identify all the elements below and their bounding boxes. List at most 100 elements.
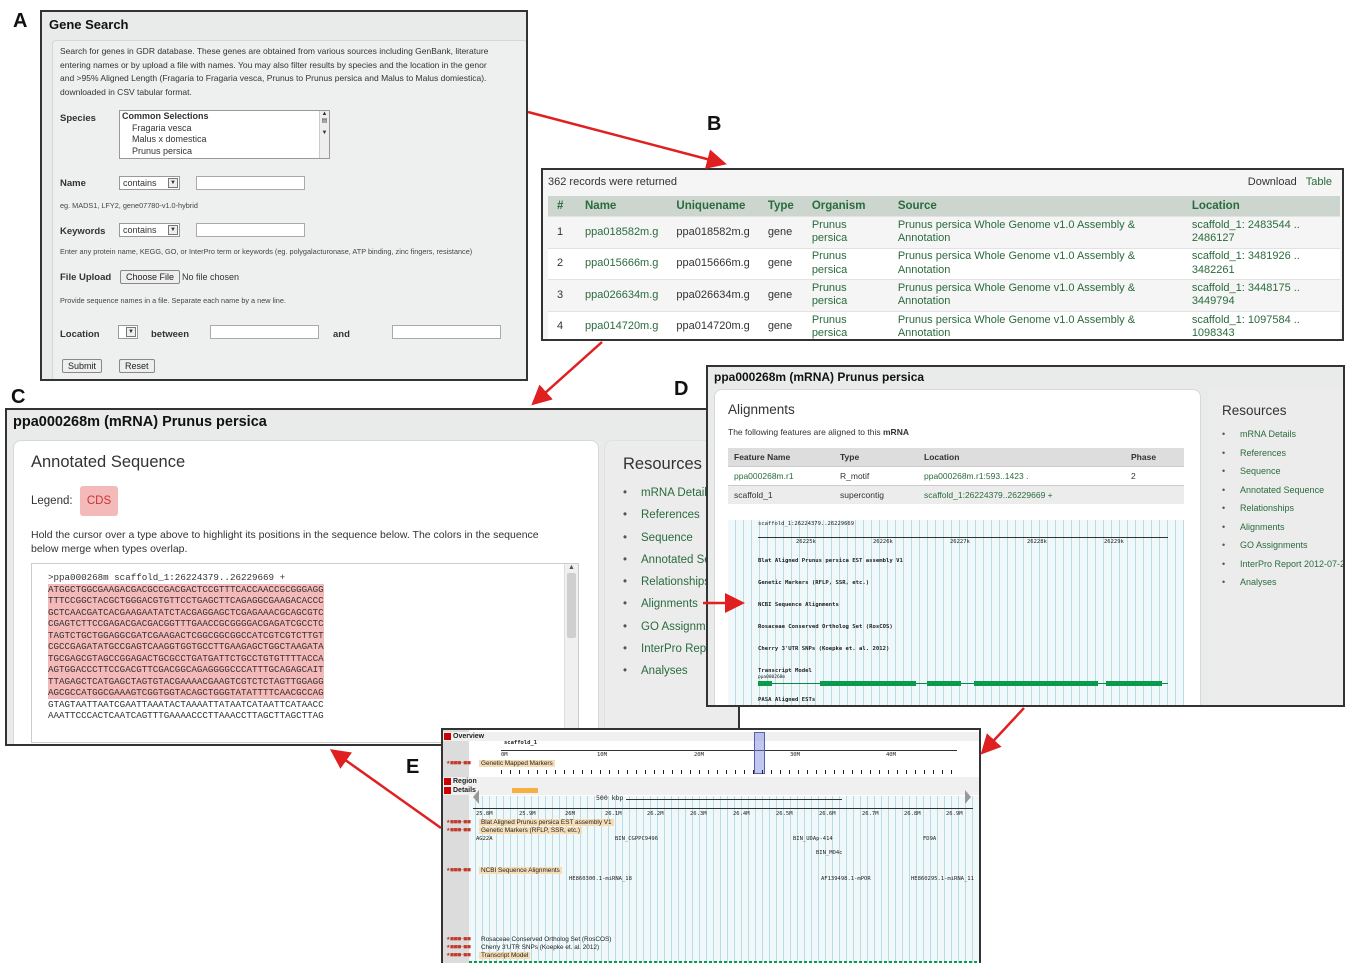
track-blat-est[interactable]: Blat Aligned Prunus persica EST assembly… [446, 819, 614, 826]
resource-link[interactable]: GO Assignm [623, 616, 713, 639]
column-header: Phase [1125, 448, 1184, 467]
source-link[interactable]: Prunus persica Whole Genome v1.0 Assembl… [888, 247, 1183, 280]
cds-legend-chip[interactable]: CDS [80, 486, 118, 516]
location-link[interactable]: scaffold_1: 1097584 .. 1098343 [1182, 310, 1340, 339]
location-start-input[interactable] [210, 325, 319, 339]
details-tick-label: 26.6M [819, 811, 836, 817]
uniquename-cell: ppa026634m.g [667, 279, 759, 311]
genome-browser-snapshot[interactable]: scaffold_1:26224379..26229669 26225k 262… [728, 520, 1184, 705]
scroll-up-icon[interactable]: ▲ [565, 564, 578, 571]
gene-name-link[interactable]: ppa018582m.g [576, 216, 668, 248]
resources-heading: Resources [623, 455, 702, 473]
feature-location-link[interactable]: scaffold_1:26224379..26229669 + [918, 485, 1125, 504]
location-link[interactable]: scaffold_1: 3448175 .. 3449794 [1182, 279, 1340, 311]
choose-file-button[interactable]: Choose File [120, 270, 181, 284]
species-option[interactable]: Prunus persica [120, 146, 329, 158]
table-link[interactable]: Table [1306, 176, 1332, 188]
feature-label[interactable]: BIN_UDAp-414 [793, 836, 833, 842]
name-operator-select[interactable]: contains ▼ [119, 176, 180, 190]
table-row: 4 ppa014720m.g ppa014720m.g gene Prunus p… [548, 310, 1340, 339]
organism-link[interactable]: Prunus persica [802, 279, 889, 311]
resource-link[interactable]: InterPro Report 2012-07-2 [1222, 555, 1343, 574]
gene-name-link[interactable]: ppa015666m.g [576, 247, 668, 280]
organism-link[interactable]: Prunus persica [802, 216, 889, 248]
sequence-line: CGAGTCTTCCGAGACGACGACGGTTTGAACCGCGGGGACG… [48, 618, 324, 630]
resource-link[interactable]: Alignments [1222, 518, 1343, 537]
track-genetic-markers[interactable]: Genetic Markers (RFLP, SSR, etc.) [446, 827, 582, 834]
details-tick-label: 26M [565, 811, 575, 817]
instruction-line: below merge when types overlap. [31, 543, 188, 555]
sequence-viewer[interactable]: >ppa000268m scaffold_1:26224379..2622966… [31, 563, 579, 743]
location-select[interactable]: ▼ [118, 325, 138, 339]
keywords-operator-select[interactable]: contains ▼ [119, 223, 180, 237]
species-option[interactable]: Fragaria vesca [120, 123, 329, 135]
location-link[interactable]: scaffold_1: 2483544 .. 2486127 [1182, 216, 1340, 248]
resource-link[interactable]: InterPro Repo [623, 638, 713, 661]
sequence-scrollbar[interactable]: ▲ [564, 564, 578, 742]
resource-link[interactable]: GO Assignments [1222, 536, 1343, 555]
feature-label[interactable]: BIN_MO4c [816, 850, 843, 856]
column-header[interactable]: # [548, 196, 576, 217]
resource-link[interactable]: Sequence [1222, 462, 1343, 481]
source-link[interactable]: Prunus persica Whole Genome v1.0 Assembl… [888, 279, 1183, 311]
name-input[interactable] [196, 176, 305, 190]
source-link[interactable]: Prunus persica Whole Genome v1.0 Assembl… [888, 310, 1183, 339]
resource-link[interactable]: Analyses [1222, 573, 1343, 592]
location-end-input[interactable] [392, 325, 501, 339]
feature-label[interactable]: HE860300.1-miRNA_18 [569, 876, 632, 882]
track-ncbi-alignments[interactable]: NCBI Sequence Alignments [446, 867, 562, 874]
location-link[interactable]: scaffold_1: 3481926 .. 3482261 [1182, 247, 1340, 280]
keywords-input[interactable] [196, 223, 305, 237]
resource-link[interactable]: Annotated Se [623, 549, 713, 572]
feature-label[interactable]: AG22A [476, 836, 493, 842]
column-header[interactable]: Location [1182, 196, 1340, 217]
gene-name-link[interactable]: ppa026634m.g [576, 279, 668, 311]
transcript-exon [974, 681, 1098, 686]
feature-label[interactable]: HE860295.1-miRNA_11 [911, 876, 974, 882]
species-option[interactable]: Common Selections [120, 111, 329, 123]
feature-label[interactable]: FD9A [923, 836, 936, 842]
track-transcript-model[interactable]: Transcript Model [446, 952, 531, 959]
overview-region-highlight[interactable] [754, 732, 765, 774]
column-header[interactable]: Type [758, 196, 803, 217]
column-header[interactable]: Organism [802, 196, 889, 217]
source-link[interactable]: Prunus persica Whole Genome v1.0 Assembl… [888, 216, 1183, 248]
track-roscos[interactable]: Rosaceae Conserved Ortholog Set (RosCOS) [446, 936, 613, 943]
scrollbar-thumb[interactable] [567, 573, 576, 638]
column-header: Feature Name [728, 448, 834, 467]
feature-label[interactable]: BIN_CGPPC9496 [615, 836, 658, 842]
gene-search-panel: Gene Search Search for genes in GDR data… [40, 10, 528, 381]
resource-link[interactable]: Alignments [623, 593, 713, 616]
feature-label[interactable]: AF139498.1-mPOR [821, 876, 871, 882]
region-section-header[interactable]: Region [443, 777, 979, 786]
species-scrollbar[interactable]: ▲ ▤ ▼ [319, 111, 329, 158]
gene-name-link[interactable]: ppa014720m.g [576, 310, 668, 339]
organism-species: persica [811, 263, 848, 276]
table-row: 2 ppa015666m.g ppa015666m.g gene Prunus p… [548, 247, 1340, 280]
reset-button[interactable]: Reset [119, 359, 155, 373]
resource-link[interactable]: mRNA Details [623, 482, 713, 505]
organism-link[interactable]: Prunus persica [802, 247, 889, 280]
column-header[interactable]: Uniquename [667, 196, 759, 217]
resource-link[interactable]: Relationships [1222, 499, 1343, 518]
feature-name-link[interactable]: ppa000268m.r1 [728, 466, 834, 486]
download-link[interactable]: Download [1248, 176, 1297, 188]
resource-link[interactable]: Sequence [623, 527, 713, 550]
species-option[interactable]: Malus x domestica [120, 134, 329, 146]
alignments-header-row: Feature Name Type Location Phase [728, 448, 1184, 467]
resource-link[interactable]: mRNA Details [1222, 425, 1343, 444]
column-header[interactable]: Source [888, 196, 1183, 217]
feature-location-link[interactable]: ppa000268m.r1:593..1423 . [918, 466, 1125, 486]
resource-link[interactable]: References [623, 504, 713, 527]
track-cherry-snps[interactable]: Cherry 3'UTR SNPs (Koepke et. al. 2012) [446, 944, 601, 951]
submit-button[interactable]: Submit [62, 359, 103, 373]
track-genetic-mapped-markers[interactable]: Genetic Mapped Markers [446, 760, 555, 767]
resource-link[interactable]: Relationships [623, 571, 713, 594]
organism-link[interactable]: Prunus persica [802, 310, 889, 339]
resource-link[interactable]: Analyses [623, 660, 713, 683]
resource-link[interactable]: Annotated Sequence [1222, 481, 1343, 500]
species-select[interactable]: Common Selections Fragaria vesca Malus x… [119, 110, 330, 159]
column-header[interactable]: Name [576, 196, 668, 217]
resource-link[interactable]: References [1222, 444, 1343, 463]
sequence-line: GCTCAACGATCACGAAGAATATCTACGAGGAGCTCGAGAA… [48, 606, 324, 618]
